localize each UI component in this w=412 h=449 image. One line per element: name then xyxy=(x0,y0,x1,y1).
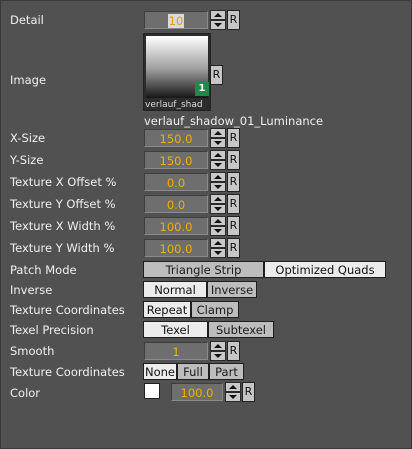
color-reset-button[interactable]: R xyxy=(242,382,255,402)
image-thumbnail[interactable]: 1 verlauf_shad xyxy=(143,33,211,111)
texel-precision-texel-button[interactable]: Texel xyxy=(143,321,208,338)
y-size-spinner[interactable] xyxy=(210,150,226,170)
detail-field[interactable]: 10 xyxy=(144,11,208,29)
tex-y-width-spinner[interactable] xyxy=(210,238,226,258)
detail-reset-button[interactable]: R xyxy=(227,10,240,30)
tex-coords-repeat-button[interactable]: Repeat xyxy=(143,301,191,318)
x-size-label: X-Size xyxy=(10,131,46,145)
image-reset-button[interactable]: R xyxy=(210,65,223,85)
detail-label: Detail xyxy=(10,13,44,27)
color-alpha-field[interactable]: 100.0 xyxy=(171,383,223,401)
properties-panel: Detail 10 R Image 1 verlauf_shad R verla… xyxy=(0,0,412,449)
tex-x-width-field[interactable]: 100.0 xyxy=(144,217,208,235)
x-size-reset-button[interactable]: R xyxy=(227,128,240,148)
smooth-spinner[interactable] xyxy=(210,341,226,361)
smooth-field[interactable]: 1 xyxy=(144,342,208,360)
image-info-icon[interactable]: 1 xyxy=(195,82,209,96)
color-alpha-up-icon[interactable] xyxy=(225,382,241,392)
tex-x-offset-spinner[interactable] xyxy=(210,172,226,192)
detail-down-icon[interactable] xyxy=(210,20,226,30)
tex-y-width-reset-button[interactable]: R xyxy=(227,238,240,258)
y-size-down-icon[interactable] xyxy=(210,160,226,170)
texel-precision-subtexel-button[interactable]: Subtexel xyxy=(208,321,274,338)
smooth-up-icon[interactable] xyxy=(210,341,226,351)
y-size-label: Y-Size xyxy=(10,153,44,167)
inverse-inverse-button[interactable]: Inverse xyxy=(207,281,257,298)
detail-spinner[interactable] xyxy=(210,10,226,30)
image-label: Image xyxy=(10,73,47,87)
y-size-up-icon[interactable] xyxy=(210,150,226,160)
detail-value: 10 xyxy=(167,14,185,28)
color-swatch[interactable] xyxy=(144,383,160,399)
tex-x-offset-field[interactable]: 0.0 xyxy=(144,173,208,191)
color-label: Color xyxy=(10,386,41,400)
tex-y-width-label: Texture Y Width % xyxy=(10,241,115,255)
smooth-label: Smooth xyxy=(10,344,55,358)
tex-coords-clamp-button[interactable]: Clamp xyxy=(191,301,239,318)
tex-y-offset-down-icon[interactable] xyxy=(210,204,226,214)
tex-y-width-up-icon[interactable] xyxy=(210,238,226,248)
tex-y-offset-label: Texture Y Offset % xyxy=(10,197,116,211)
image-thumb-caption: verlauf_shad xyxy=(145,100,203,110)
tex-x-offset-reset-button[interactable]: R xyxy=(227,172,240,192)
tex-x-width-down-icon[interactable] xyxy=(210,226,226,236)
tex-y-offset-up-icon[interactable] xyxy=(210,194,226,204)
y-size-reset-button[interactable]: R xyxy=(227,150,240,170)
tex-y-width-field[interactable]: 100.0 xyxy=(144,239,208,257)
inverse-normal-button[interactable]: Normal xyxy=(143,281,207,298)
x-size-down-icon[interactable] xyxy=(210,138,226,148)
tex-x-width-label: Texture X Width % xyxy=(10,219,116,233)
tex-y-width-down-icon[interactable] xyxy=(210,248,226,258)
x-size-up-icon[interactable] xyxy=(210,128,226,138)
tex-y-offset-spinner[interactable] xyxy=(210,194,226,214)
tex-x-offset-label: Texture X Offset % xyxy=(10,175,117,189)
color-alpha-down-icon[interactable] xyxy=(225,392,241,402)
x-size-spinner[interactable] xyxy=(210,128,226,148)
x-size-field[interactable]: 150.0 xyxy=(144,129,208,147)
tex-x-offset-up-icon[interactable] xyxy=(210,172,226,182)
tex-y-offset-field[interactable]: 0.0 xyxy=(144,195,208,213)
tex-x-width-up-icon[interactable] xyxy=(210,216,226,226)
patch-mode-triangle-strip-button[interactable]: Triangle Strip xyxy=(143,261,264,278)
patch-mode-optimized-quads-button[interactable]: Optimized Quads xyxy=(264,261,386,278)
patch-mode-label: Patch Mode xyxy=(10,263,77,277)
tex-x-width-spinner[interactable] xyxy=(210,216,226,236)
smooth-reset-button[interactable]: R xyxy=(227,341,240,361)
tex-x-width-reset-button[interactable]: R xyxy=(227,216,240,236)
tex-x-offset-down-icon[interactable] xyxy=(210,182,226,192)
tex-coords-range-label: Texture Coordinates xyxy=(10,365,125,379)
tex-coords-mode-label: Texture Coordinates xyxy=(10,303,125,317)
tex-coords-part-button[interactable]: Part xyxy=(209,363,244,380)
y-size-field[interactable]: 150.0 xyxy=(144,151,208,169)
smooth-down-icon[interactable] xyxy=(210,351,226,361)
inverse-label: Inverse xyxy=(10,283,53,297)
color-alpha-spinner[interactable] xyxy=(225,382,241,402)
tex-y-offset-reset-button[interactable]: R xyxy=(227,194,240,214)
detail-up-icon[interactable] xyxy=(210,10,226,20)
image-name: verlauf_shadow_01_Luminance xyxy=(144,114,324,128)
tex-coords-none-button[interactable]: None xyxy=(143,363,177,380)
tex-coords-full-button[interactable]: Full xyxy=(177,363,209,380)
texel-precision-label: Texel Precision xyxy=(10,323,94,337)
